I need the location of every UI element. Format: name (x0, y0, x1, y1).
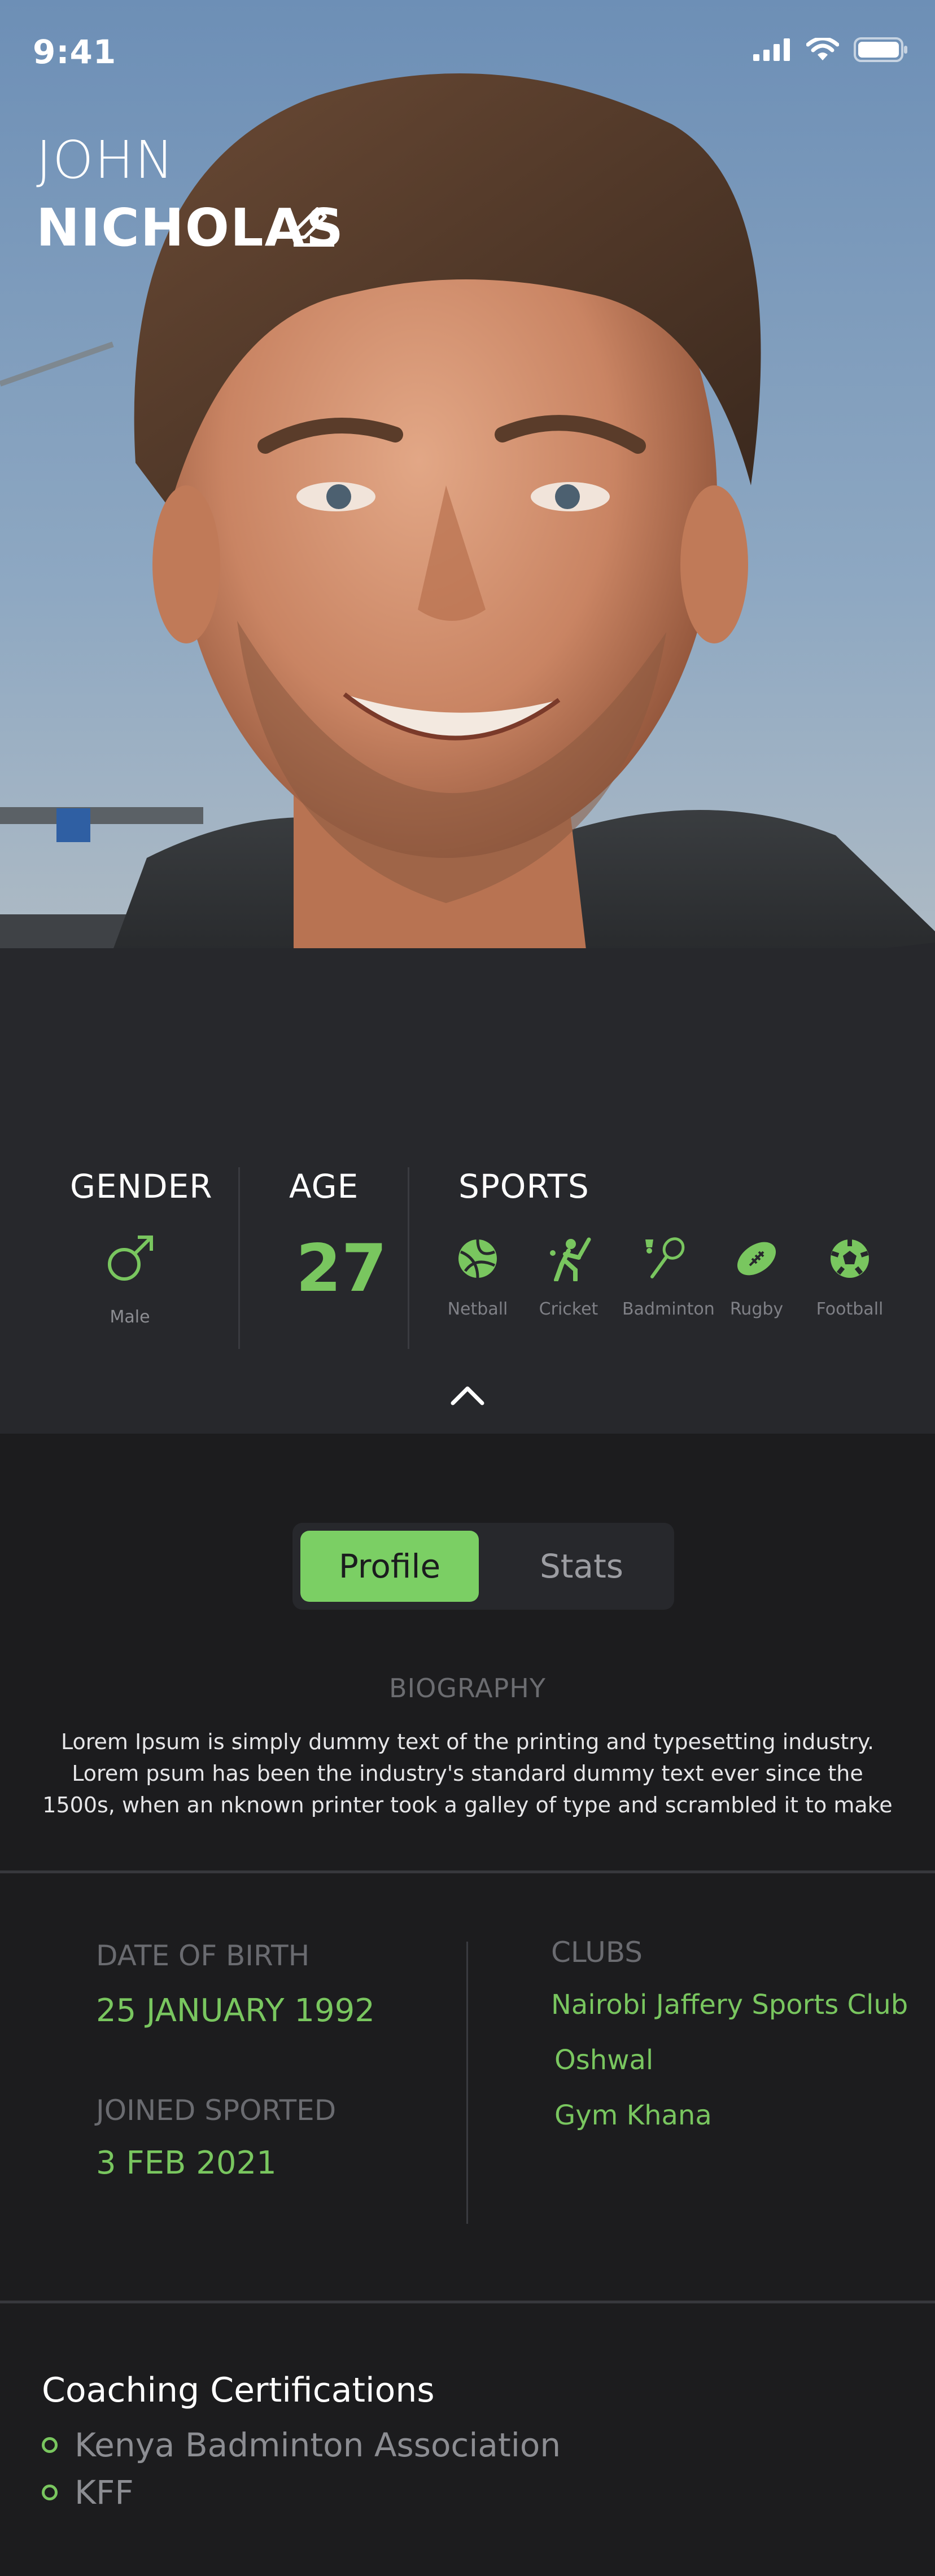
male-icon (108, 1236, 153, 1281)
status-time: 9:41 (33, 33, 117, 71)
sport-football[interactable]: Football (807, 1236, 892, 1319)
bullet-icon (42, 2485, 58, 2500)
badminton-icon (645, 1237, 685, 1278)
sport-rugby[interactable]: Rugby (714, 1236, 799, 1319)
club-item[interactable]: Oshwal (554, 2044, 653, 2076)
club-item[interactable]: Gym Khana (554, 2100, 712, 2131)
chevron-up-icon[interactable] (449, 1384, 486, 1407)
sports-title: SPORTS (458, 1167, 589, 1206)
biography-line: Lorem Ipsum is simply dummy text of the … (60, 1729, 875, 1754)
dob-value: 25 JANUARY 1992 (96, 1992, 375, 2029)
biography-line: Lorem psum has been the industry's stand… (72, 1761, 863, 1786)
sport-label: Football (816, 1299, 884, 1319)
status-icons (753, 37, 908, 62)
clubs-label: CLUBS (551, 1936, 643, 1969)
club-item[interactable]: Nairobi Jaffery Sports Club (551, 1989, 908, 2021)
sport-label: Rugby (729, 1299, 784, 1319)
certification-label: KFF (75, 2473, 134, 2512)
battery-icon (854, 37, 907, 62)
section-divider (0, 2301, 935, 2303)
certification-label: Kenya Badminton Association (75, 2426, 561, 2464)
first-name: JOHN (36, 130, 175, 190)
divider (238, 1167, 240, 1349)
netball-icon (458, 1239, 497, 1278)
joined-label: JOINED SPORTED (96, 2094, 337, 2127)
edit-pencil-icon[interactable] (289, 203, 334, 248)
gender-value: Male (110, 1307, 150, 1327)
joined-value: 3 FEB 2021 (96, 2145, 277, 2181)
tab-profile[interactable]: Profile (300, 1531, 479, 1602)
certification-item: KFF (42, 2473, 134, 2512)
football-icon (831, 1239, 869, 1278)
dob-label: DATE OF BIRTH (96, 1939, 310, 1972)
section-divider (0, 1870, 935, 1873)
sport-netball[interactable]: Netball (435, 1236, 520, 1319)
bullet-icon (42, 2437, 58, 2453)
gender-title: GENDER (70, 1167, 213, 1206)
age-title: AGE (289, 1167, 359, 1206)
sport-label: Netball (447, 1299, 508, 1319)
divider (466, 1942, 468, 2224)
age-value: 27 (296, 1230, 387, 1307)
wifi-icon (806, 38, 839, 60)
sport-label: Badminton (622, 1299, 715, 1319)
biography-title: BIOGRAPHY (389, 1673, 546, 1703)
biography-line: 1500s, when an nknown printer took a gal… (42, 1793, 893, 1817)
certifications-title: Coaching Certifications (42, 2371, 435, 2410)
sport-badminton[interactable]: Badminton (622, 1236, 715, 1319)
certification-item: Kenya Badminton Association (42, 2426, 561, 2464)
signal-icon (753, 38, 790, 61)
tab-stats[interactable]: Stats (497, 1531, 666, 1602)
rugby-icon (737, 1242, 776, 1276)
sport-cricket[interactable]: Cricket (526, 1236, 611, 1319)
divider (408, 1167, 409, 1349)
cricket-icon (550, 1237, 591, 1282)
sport-label: Cricket (539, 1299, 598, 1319)
